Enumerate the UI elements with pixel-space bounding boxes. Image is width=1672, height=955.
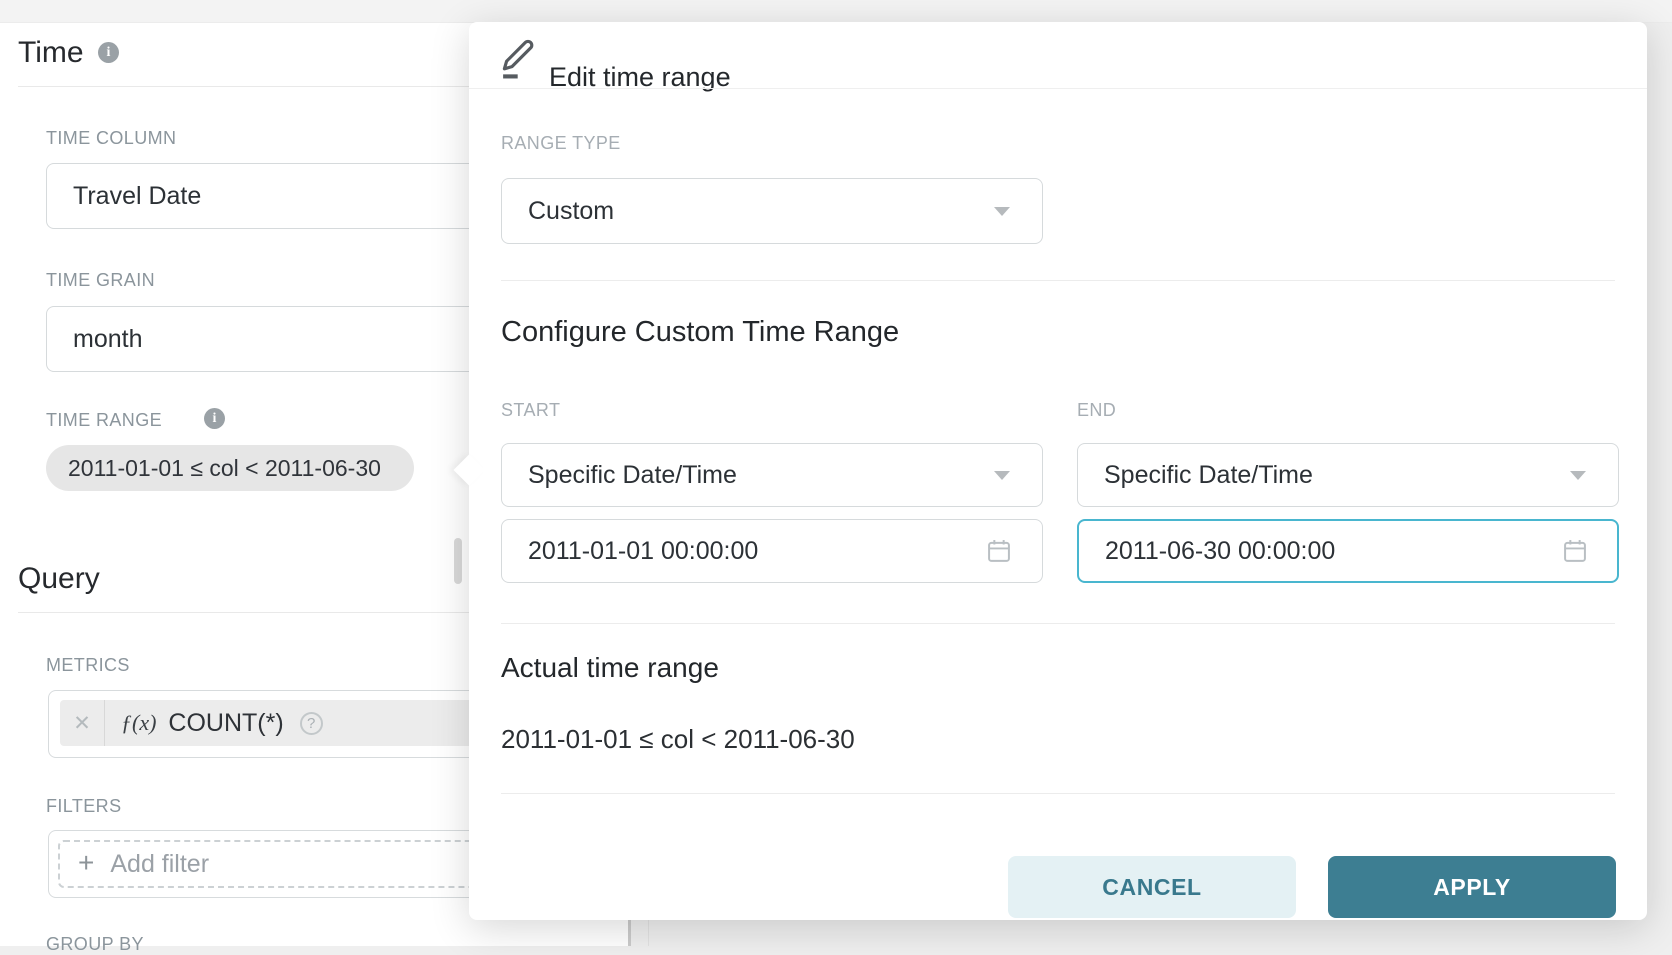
- time-column-label: TIME COLUMN: [46, 128, 176, 149]
- range-type-value: Custom: [528, 197, 614, 226]
- divider: [469, 88, 1647, 89]
- function-icon: ƒ(x): [121, 710, 156, 736]
- start-mode-value: Specific Date/Time: [528, 461, 737, 490]
- end-label: END: [1077, 400, 1116, 421]
- time-grain-value: month: [73, 325, 142, 354]
- end-datetime-input[interactable]: [1077, 519, 1619, 583]
- calendar-icon[interactable]: [985, 537, 1013, 565]
- plus-icon: +: [78, 849, 94, 877]
- divider: [501, 280, 1615, 281]
- question-icon[interactable]: ?: [300, 712, 323, 735]
- edit-time-range-modal: Edit time range RANGE TYPE Custom Config…: [469, 22, 1647, 920]
- divider: [501, 623, 1615, 624]
- time-range-pill[interactable]: 2011-01-01 ≤ col < 2011-06-30: [46, 445, 414, 491]
- apply-button[interactable]: APPLY: [1328, 856, 1616, 918]
- time-column-value: Travel Date: [73, 182, 201, 211]
- end-mode-value: Specific Date/Time: [1104, 461, 1313, 490]
- time-range-pill-value: 2011-01-01 ≤ col < 2011-06-30: [68, 455, 381, 482]
- edit-time-range-screen: { "panel": { "time_section_title": "Time…: [0, 0, 1672, 946]
- group-by-label: GROUP BY: [46, 934, 144, 955]
- start-label: START: [501, 400, 560, 421]
- edit-pencil-icon: [499, 36, 537, 82]
- range-type-label: RANGE TYPE: [501, 133, 621, 154]
- time-section-title: Time: [18, 36, 84, 70]
- info-icon[interactable]: i: [98, 42, 119, 63]
- chevron-down-icon: [994, 207, 1010, 216]
- actual-range-value: 2011-01-01 ≤ col < 2011-06-30: [501, 724, 855, 755]
- chevron-down-icon: [994, 471, 1010, 480]
- query-section-title: Query: [18, 562, 100, 596]
- chevron-down-icon: [1570, 471, 1586, 480]
- filters-label: FILTERS: [46, 796, 121, 817]
- configure-heading: Configure Custom Time Range: [501, 316, 899, 349]
- divider: [501, 793, 1615, 794]
- time-grain-label: TIME GRAIN: [46, 270, 155, 291]
- chip-separator: [104, 700, 105, 746]
- cancel-button[interactable]: CANCEL: [1008, 856, 1296, 918]
- remove-metric-icon[interactable]: ✕: [60, 711, 104, 736]
- info-icon[interactable]: i: [204, 408, 225, 429]
- start-datetime-input[interactable]: [501, 519, 1043, 583]
- time-range-label: TIME RANGE: [46, 410, 162, 431]
- actual-range-heading: Actual time range: [501, 652, 719, 684]
- calendar-icon[interactable]: [1561, 537, 1589, 565]
- metrics-label: METRICS: [46, 655, 130, 676]
- add-filter-label: Add filter: [110, 850, 209, 879]
- range-type-select[interactable]: Custom: [501, 178, 1043, 244]
- metric-name: COUNT(*): [168, 709, 283, 738]
- end-mode-select[interactable]: Specific Date/Time: [1077, 443, 1619, 507]
- start-mode-select[interactable]: Specific Date/Time: [501, 443, 1043, 507]
